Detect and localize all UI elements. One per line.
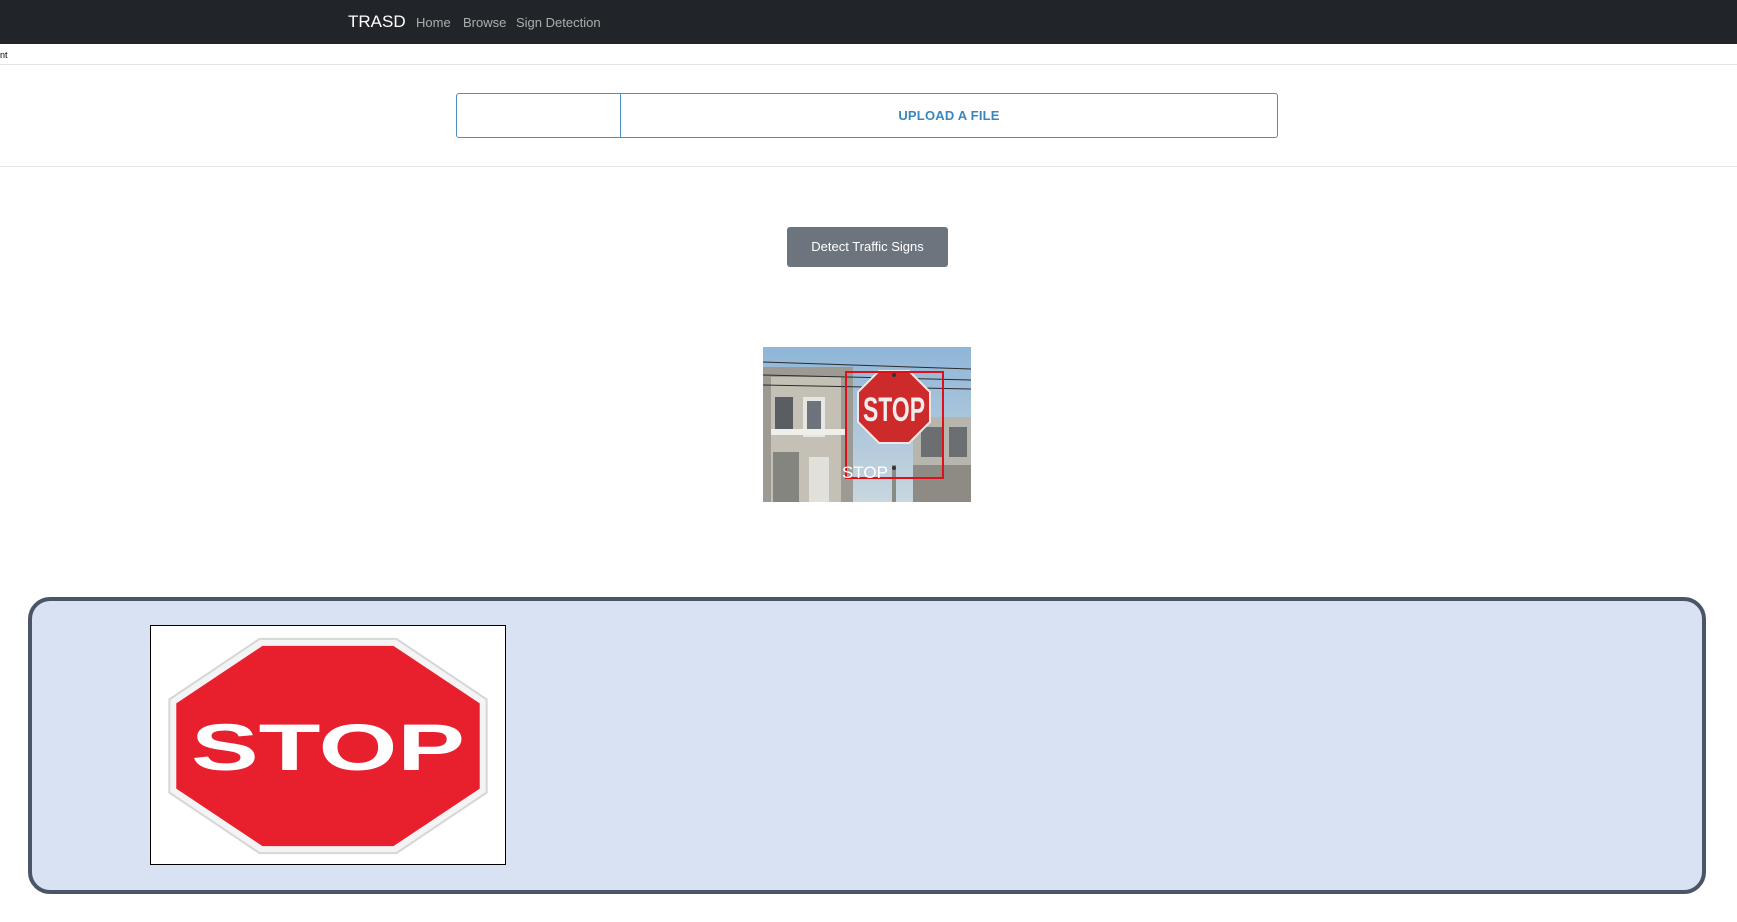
divider (0, 64, 1737, 65)
recognized-sign-image: STOP (150, 625, 506, 865)
bolt (892, 373, 896, 377)
detection-label: STOP (842, 463, 888, 482)
bolt (892, 466, 896, 470)
nav-home-link[interactable]: Home (416, 15, 451, 30)
file-upload-control[interactable]: UPLOAD A FILE (456, 93, 1278, 138)
divider (0, 166, 1737, 167)
detection-result-image: STOP STOP (763, 347, 971, 502)
upload-file-label[interactable]: UPLOAD A FILE (621, 94, 1277, 137)
stop-text: STOP (191, 711, 465, 784)
clipped-text: nt (0, 50, 8, 60)
brand-logo[interactable]: TRASD (348, 12, 406, 32)
detect-traffic-signs-button[interactable]: Detect Traffic Signs (787, 227, 948, 267)
stop-sign-text: STOP (863, 391, 925, 429)
sign-pole (892, 465, 896, 502)
nav-browse-link[interactable]: Browse (463, 15, 506, 30)
nav-sign-detection-link[interactable]: Sign Detection (516, 15, 601, 30)
top-navbar: TRASD Home Browse Sign Detection (0, 0, 1737, 44)
